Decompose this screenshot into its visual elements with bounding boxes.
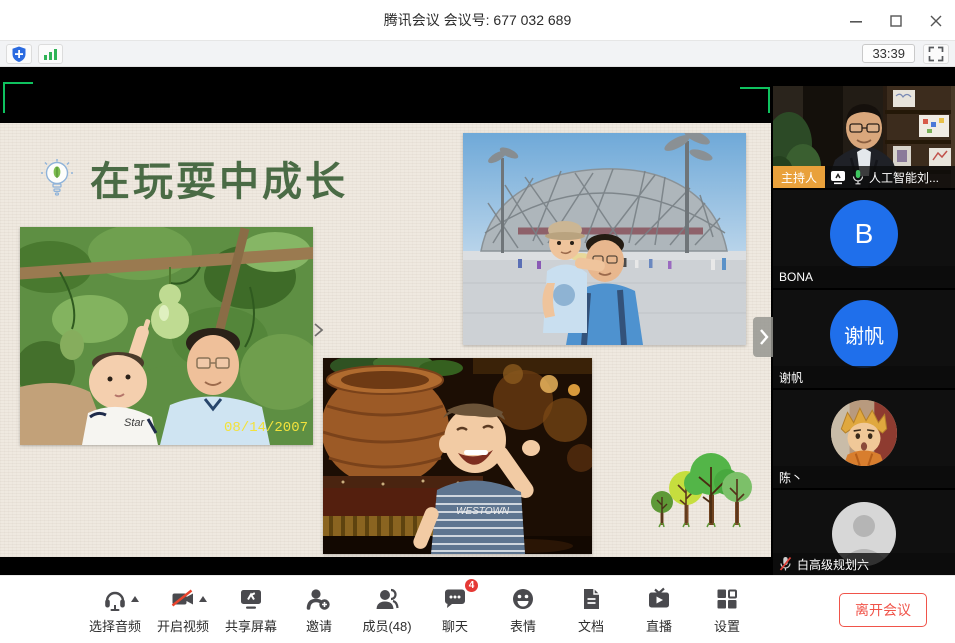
- share-border-corner-right: [740, 87, 770, 113]
- participant-name: 陈丶: [779, 469, 803, 486]
- leave-meeting-button[interactable]: 离开会议: [839, 593, 927, 627]
- share-screen-button[interactable]: 共享屏幕: [217, 580, 285, 640]
- photo-gourd-garden: Star 08/14/2007: [20, 227, 313, 445]
- shared-screen-stage: 在玩耍中成长: [0, 67, 773, 575]
- slide-title: 在玩耍中成长: [90, 149, 348, 207]
- window-controls: [847, 0, 945, 41]
- main-area: 在玩耍中成长: [0, 67, 955, 575]
- participant-sidebar: 主持人 人工智能刘... B: [773, 67, 955, 575]
- document-icon: [578, 586, 604, 612]
- chevron-right-icon: [756, 326, 772, 348]
- sharing-screen-icon: [830, 170, 847, 185]
- network-quality-button[interactable]: [38, 44, 63, 64]
- photo-toddler-lobby: WESTOWN: [323, 358, 592, 554]
- participant-namebar: 谢帆: [773, 366, 955, 388]
- tencent-meeting-window: 腾讯会议 会议号: 677 032 689: [0, 0, 955, 643]
- minimize-icon[interactable]: [847, 12, 865, 30]
- start-video-button[interactable]: 开启视频: [149, 580, 217, 640]
- participant-tile-xiefan[interactable]: 谢帆 谢帆: [773, 288, 955, 388]
- share-border-corner-left: [3, 82, 33, 113]
- fullscreen-button[interactable]: [923, 44, 949, 64]
- participant-name: BONA: [779, 270, 813, 284]
- photo1-date-stamp: 08/14/2007: [224, 420, 308, 436]
- invite-button[interactable]: 邀请: [285, 580, 353, 640]
- photo-birds-nest-stadium: [463, 133, 746, 345]
- settings-grid-icon: [714, 586, 740, 612]
- presentation-slide: 在玩耍中成长: [0, 123, 771, 557]
- mic-off-icon: [779, 556, 792, 572]
- titlebar: 腾讯会议 会议号: 677 032 689: [0, 0, 955, 41]
- docs-button[interactable]: 文档: [557, 580, 625, 640]
- invite-person-icon: [306, 586, 332, 612]
- maximize-icon[interactable]: [887, 12, 905, 30]
- signal-bars-icon: [42, 45, 59, 62]
- participant-name: 人工智能刘...: [869, 169, 939, 186]
- emoji-smiley-icon: [510, 586, 536, 612]
- audio-options-caret-icon[interactable]: [131, 596, 139, 602]
- participant-namebar: 白高级规划六: [773, 553, 955, 575]
- sidebar-collapse-tab[interactable]: [753, 317, 775, 357]
- photo1-shirt-text: Star: [124, 417, 146, 429]
- participant-namebar: BONA: [773, 266, 955, 288]
- participant-namebar: 陈丶: [773, 466, 955, 488]
- share-screen-icon: [238, 586, 264, 612]
- participant-tile-host[interactable]: 主持人 人工智能刘...: [773, 86, 955, 188]
- statusbar: 33:39: [0, 41, 955, 67]
- participant-tile-muted[interactable]: 白高级规划六: [773, 488, 955, 575]
- host-role-badge: 主持人: [773, 166, 825, 188]
- trees-illustration: [647, 453, 753, 538]
- lightbulb-icon: [40, 158, 74, 198]
- mic-on-icon: [852, 169, 864, 185]
- video-options-caret-icon[interactable]: [199, 596, 207, 602]
- emoji-button[interactable]: 表情: [489, 580, 557, 640]
- avatar-initial: 谢帆: [830, 300, 898, 368]
- meeting-security-button[interactable]: [6, 44, 32, 64]
- slide-next-chevron-icon[interactable]: [312, 321, 326, 339]
- slide-title-row: 在玩耍中成长: [40, 149, 348, 207]
- photo3-shirt-text: WESTOWN: [456, 506, 510, 517]
- chat-unread-badge: 4: [463, 577, 480, 594]
- live-tv-icon: [646, 586, 672, 612]
- live-stream-button[interactable]: 直播: [625, 580, 693, 640]
- participant-name: 谢帆: [779, 369, 803, 386]
- members-button[interactable]: 成员(48): [353, 580, 421, 640]
- avatar-image: [831, 400, 897, 466]
- fullscreen-icon: [927, 45, 945, 63]
- shield-plus-icon: [10, 45, 28, 63]
- select-audio-button[interactable]: 选择音频: [81, 580, 149, 640]
- chat-button[interactable]: 4 聊天: [421, 580, 489, 640]
- participant-tile-bona[interactable]: B BONA: [773, 188, 955, 288]
- close-icon[interactable]: [927, 12, 945, 30]
- participant-name: 白高级规划六: [797, 556, 869, 573]
- participant-tile-chen[interactable]: 陈丶: [773, 388, 955, 488]
- settings-button[interactable]: 设置: [693, 580, 761, 640]
- meeting-controls: 选择音频 开启视频 共享屏幕: [0, 575, 955, 643]
- members-icon: [374, 586, 400, 612]
- cartoon-avatar-graphic: [831, 400, 897, 466]
- camera-off-icon: [170, 586, 196, 612]
- window-title: 腾讯会议 会议号: 677 032 689: [384, 10, 572, 30]
- host-namebar: 主持人 人工智能刘...: [773, 166, 955, 188]
- avatar-initial: B: [830, 200, 898, 268]
- meeting-timer: 33:39: [862, 44, 915, 63]
- headset-icon: [102, 586, 128, 612]
